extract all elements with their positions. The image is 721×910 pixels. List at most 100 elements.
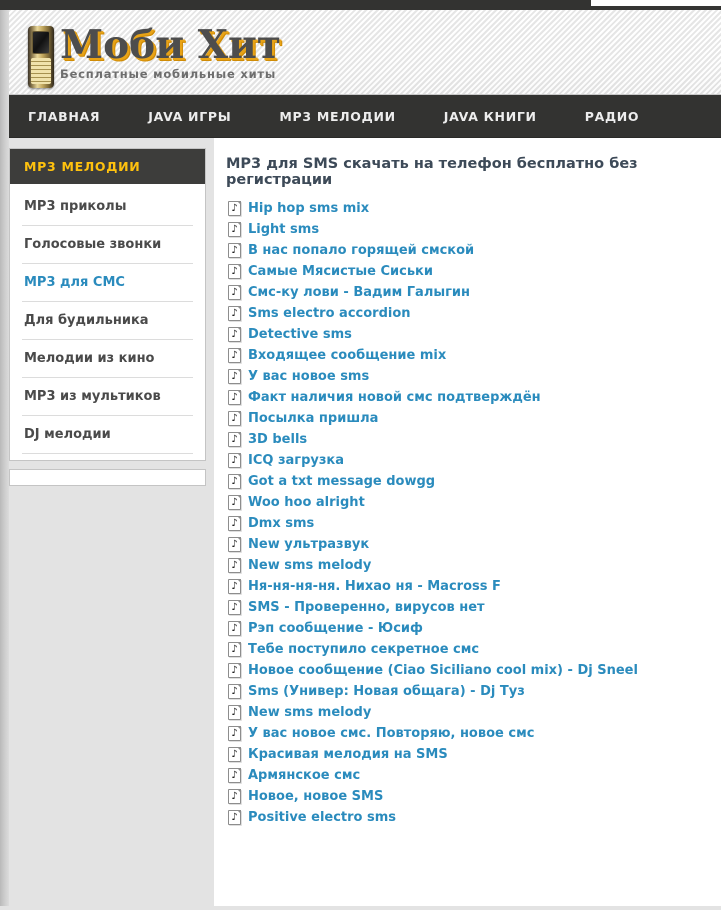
music-note-icon: ♪ [231, 580, 238, 592]
music-note-icon: ♪ [231, 538, 238, 550]
track-link[interactable]: Армянское смс [248, 768, 360, 783]
mp3-file-icon: ♪ [228, 726, 241, 741]
mp3-file-icon: ♪ [228, 264, 241, 279]
track-link[interactable]: New sms melody [248, 558, 371, 573]
track-link[interactable]: Новое, новое SMS [248, 789, 383, 804]
list-item: ♪ Армянское смс [224, 765, 711, 786]
mp3-file-icon: ♪ [228, 369, 241, 384]
mp3-file-icon: ♪ [228, 348, 241, 363]
track-list: ♪ Hip hop sms mix ♪ Light sms ♪ В нас попало … [224, 198, 711, 828]
list-item: ♪ Новое, новое SMS [224, 786, 711, 807]
mp3-file-icon: ♪ [228, 285, 241, 300]
track-link[interactable]: Тебе поступило секретное смс [248, 642, 479, 657]
track-link[interactable]: Woo hoo alright [248, 495, 365, 510]
site-tagline: Бесплатные мобильные хиты [60, 67, 277, 81]
track-link[interactable]: Positive electro sms [248, 810, 396, 825]
music-note-icon: ♪ [231, 349, 238, 361]
music-note-icon: ♪ [231, 328, 238, 340]
page-left-edge [0, 10, 9, 906]
track-link[interactable]: ICQ загрузка [248, 453, 344, 468]
music-note-icon: ♪ [231, 811, 238, 823]
track-link[interactable]: Got a txt message dowgg [248, 474, 435, 489]
music-note-icon: ♪ [231, 685, 238, 697]
track-link[interactable]: Самые Мясистые Сиськи [248, 264, 433, 279]
music-note-icon: ♪ [231, 727, 238, 739]
mp3-file-icon: ♪ [228, 390, 241, 405]
list-item: ♪ New sms melody [224, 555, 711, 576]
list-item: ♪ Got a txt message dowgg [224, 471, 711, 492]
track-link[interactable]: Hip hop sms mix [248, 201, 369, 216]
sidebar-category-box: MP3 МЕЛОДИИ MP3 приколы Голосовые звонки… [9, 148, 206, 461]
mp3-file-icon: ♪ [228, 768, 241, 783]
list-item: ♪ New sms melody [224, 702, 711, 723]
site-title: Моби Хит [60, 22, 282, 68]
list-item: ♪ Positive electro sms [224, 807, 711, 828]
track-link[interactable]: Посылка пришла [248, 411, 378, 426]
sidebar: MP3 МЕЛОДИИ MP3 приколы Голосовые звонки… [0, 138, 214, 486]
track-link[interactable]: 3D bells [248, 432, 307, 447]
mp3-file-icon: ♪ [228, 537, 241, 552]
mobile-phone-icon [28, 26, 54, 88]
sidebar-item-dj-melodii[interactable]: DJ мелодии [22, 416, 193, 454]
track-link[interactable]: Dmx sms [248, 516, 314, 531]
track-link[interactable]: Sms (Универ: Новая общага) - Dj Туз [248, 684, 525, 699]
mp3-file-icon: ♪ [228, 621, 241, 636]
list-item: ♪ У вас новое sms [224, 366, 711, 387]
sidebar-item-mp3-dlya-sms[interactable]: MP3 для СМС [22, 264, 193, 302]
music-note-icon: ♪ [231, 202, 238, 214]
sidebar-item-dlya-budilnika[interactable]: Для будильника [22, 302, 193, 340]
track-link[interactable]: У вас новое sms [248, 369, 369, 384]
sidebar-item-golosovye-zvonki[interactable]: Голосовые звонки [22, 226, 193, 264]
mp3-file-icon: ♪ [228, 243, 241, 258]
nav-item-java-games[interactable]: JAVA ИГРЫ [148, 109, 231, 124]
track-link[interactable]: New ультразвук [248, 537, 369, 552]
music-note-icon: ♪ [231, 265, 238, 277]
music-note-icon: ♪ [231, 790, 238, 802]
list-item: ♪ Смс-ку лови - Вадим Галыгин [224, 282, 711, 303]
nav-item-radio[interactable]: РАДИО [585, 109, 640, 124]
track-link[interactable]: В нас попало горящей смской [248, 243, 474, 258]
mp3-file-icon: ♪ [228, 474, 241, 489]
sidebar-item-mp3-iz-multikov[interactable]: MP3 из мультиков [22, 378, 193, 416]
nav-item-java-books[interactable]: JAVA КНИГИ [444, 109, 537, 124]
main-navigation: ГЛАВНАЯ JAVA ИГРЫ MP3 МЕЛОДИИ JAVA КНИГИ… [0, 95, 721, 138]
track-link[interactable]: Новое сообщение (Ciao Siciliano cool mix… [248, 663, 638, 678]
phone-keypad [31, 58, 51, 84]
track-link[interactable]: Ня-ня-ня-ня. Нихао ня - Macross F [248, 579, 501, 594]
sidebar-item-melodii-iz-kino[interactable]: Мелодии из кино [22, 340, 193, 378]
nav-item-home[interactable]: ГЛАВНАЯ [28, 109, 100, 124]
list-item: ♪ Посылка пришла [224, 408, 711, 429]
list-item: ♪ SMS - Проверенно, вирусов нет [224, 597, 711, 618]
list-item: ♪ ICQ загрузка [224, 450, 711, 471]
list-item: ♪ Самые Мясистые Сиськи [224, 261, 711, 282]
music-note-icon: ♪ [231, 706, 238, 718]
track-link[interactable]: Рэп сообщение - Юсиф [248, 621, 423, 636]
music-note-icon: ♪ [231, 769, 238, 781]
sidebar-item-mp3-prikoly[interactable]: MP3 приколы [22, 188, 193, 226]
track-link[interactable]: Detective sms [248, 327, 352, 342]
browser-tab[interactable] [591, 0, 721, 8]
mp3-file-icon: ♪ [228, 789, 241, 804]
track-link[interactable]: Смс-ку лови - Вадим Галыгин [248, 285, 470, 300]
mp3-file-icon: ♪ [228, 600, 241, 615]
track-link[interactable]: У вас новое смс. Повторяю, новое смс [248, 726, 534, 741]
track-link[interactable]: SMS - Проверенно, вирусов нет [248, 600, 485, 615]
track-link[interactable]: Красивая мелодия на SMS [248, 747, 448, 762]
list-item: ♪ Sms (Универ: Новая общага) - Dj Туз [224, 681, 711, 702]
nav-item-mp3-melodies[interactable]: MP3 МЕЛОДИИ [279, 109, 395, 124]
music-note-icon: ♪ [231, 496, 238, 508]
mp3-file-icon: ♪ [228, 411, 241, 426]
track-link[interactable]: Факт наличия новой смс подтверждён [248, 390, 541, 405]
list-item: ♪ Факт наличия новой смс подтверждён [224, 387, 711, 408]
list-item: ♪ Красивая мелодия на SMS [224, 744, 711, 765]
list-item: ♪ Тебе поступило секретное смс [224, 639, 711, 660]
site-masthead: Моби Хит Бесплатные мобильные хиты [0, 10, 721, 95]
site-logo[interactable]: Моби Хит Бесплатные мобильные хиты [28, 24, 281, 88]
browser-top-strip [0, 0, 721, 10]
main-content: MP3 для SMS скачать на телефон бесплатно… [214, 138, 721, 906]
track-link[interactable]: New sms melody [248, 705, 371, 720]
track-link[interactable]: Light sms [248, 222, 319, 237]
mp3-file-icon: ♪ [228, 222, 241, 237]
track-link[interactable]: Входящее сообщение mix [248, 348, 446, 363]
track-link[interactable]: Sms electro accordion [248, 306, 411, 321]
